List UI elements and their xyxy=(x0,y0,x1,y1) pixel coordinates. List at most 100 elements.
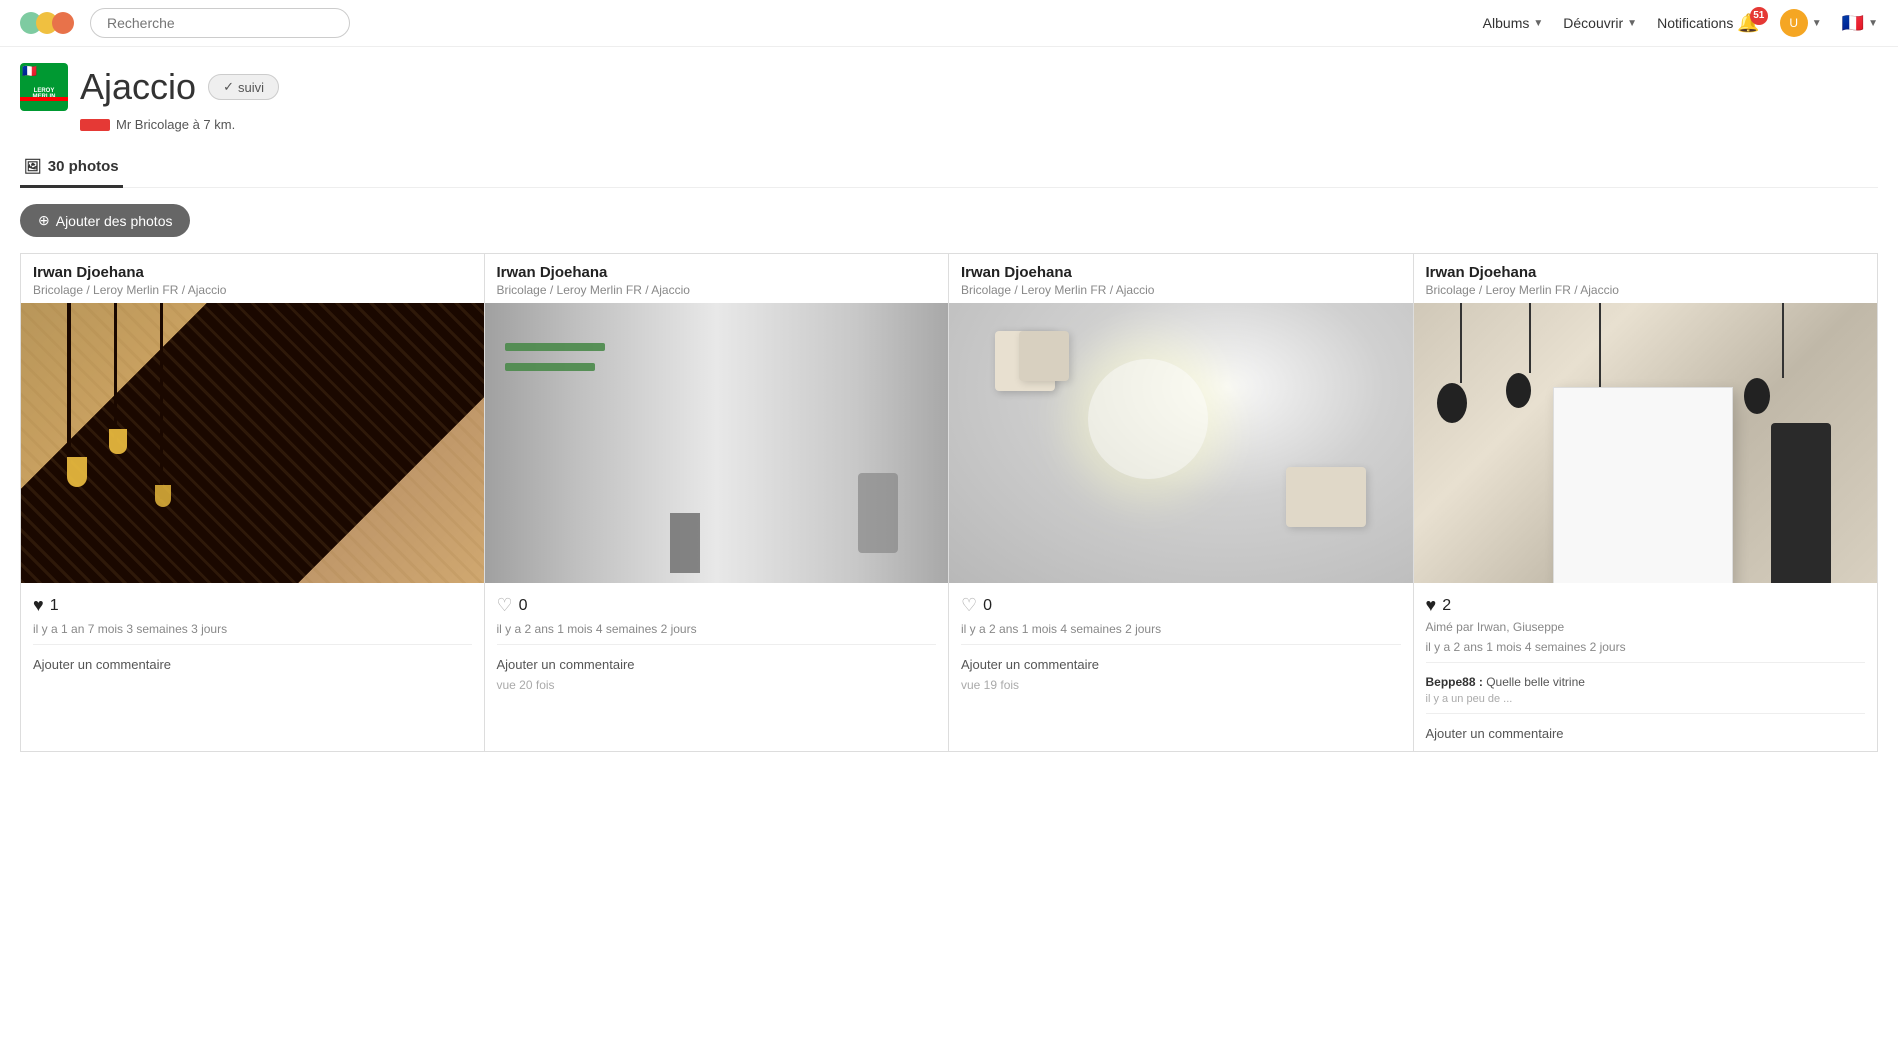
photo-card-4: Irwan Djoehana Bricolage / Leroy Merlin … xyxy=(1414,254,1879,752)
photo-card-4-comment-prompt[interactable]: Ajouter un commentaire xyxy=(1426,726,1866,741)
discover-caret: ▼ xyxy=(1627,18,1637,29)
user-caret: ▼ xyxy=(1812,18,1822,29)
albums-caret: ▼ xyxy=(1533,18,1543,29)
photo-card-1-timestamp: il y a 1 an 7 mois 3 semaines 3 jours xyxy=(33,622,472,636)
photo-card-4-author: Irwan Djoehana xyxy=(1426,264,1866,281)
tabs: 🖼 30 photos xyxy=(20,148,1878,188)
photo-card-3: Irwan Djoehana Bricolage / Leroy Merlin … xyxy=(949,254,1414,752)
divider-2 xyxy=(497,644,937,645)
follow-button[interactable]: ✓ suivi xyxy=(208,74,279,100)
search-input[interactable] xyxy=(90,8,350,38)
photo-card-3-image[interactable] xyxy=(949,303,1413,583)
search-bar[interactable] xyxy=(90,8,350,38)
photo-card-2-path: Bricolage / Leroy Merlin FR / Ajaccio xyxy=(497,283,937,297)
action-bar: ⊕ Ajouter des photos xyxy=(20,188,1878,253)
photo-card-4-comment-date: il y a un peu de ... xyxy=(1426,693,1866,705)
nearby-store: Mr Bricolage à 7 km. xyxy=(80,117,1878,132)
language-flag: 🇫🇷 xyxy=(1842,13,1864,34)
photos-tab-icon: 🖼 xyxy=(24,158,42,175)
likes-count-4: 2 xyxy=(1442,597,1451,615)
photo-card-4-path: Bricolage / Leroy Merlin FR / Ajaccio xyxy=(1426,283,1866,297)
photo-card-2-views: vue 20 fois xyxy=(497,678,937,692)
language-selector[interactable]: 🇫🇷 ▼ xyxy=(1842,13,1878,34)
photo-card-4-footer: ♥ 2 Aimé par Irwan, Giuseppe il y a 2 an… xyxy=(1414,583,1878,751)
photo-card-1-comment[interactable]: Ajouter un commentaire xyxy=(33,657,472,672)
photo-card-3-likes: ♡ 0 xyxy=(961,595,1401,616)
nav-discover[interactable]: Découvrir ▼ xyxy=(1563,15,1637,31)
photo-card-2-comment[interactable]: Ajouter un commentaire xyxy=(497,657,937,672)
brand-flag: 🇫🇷 xyxy=(22,65,37,78)
tab-photos[interactable]: 🖼 30 photos xyxy=(20,148,123,188)
page-header-top: 🇫🇷 LEROYMERLIN Ajaccio ✓ suivi xyxy=(20,63,1878,111)
photo-card-1-path: Bricolage / Leroy Merlin FR / Ajaccio xyxy=(33,283,472,297)
divider-1 xyxy=(33,644,472,645)
albums-label: Albums xyxy=(1483,15,1530,31)
heart-icon-1[interactable]: ♥ xyxy=(33,595,44,616)
photo-card-3-views: vue 19 fois xyxy=(961,678,1401,692)
photo-card-4-timestamp: il y a 2 ans 1 mois 4 semaines 2 jours xyxy=(1426,640,1866,654)
notifications-label: Notifications xyxy=(1657,15,1733,31)
page-content: 🇫🇷 LEROYMERLIN Ajaccio ✓ suivi Mr Bricol… xyxy=(0,47,1898,752)
likes-count-2: 0 xyxy=(519,597,528,615)
tab-photos-label: 30 photos xyxy=(48,158,119,175)
photo-card-1-header: Irwan Djoehana Bricolage / Leroy Merlin … xyxy=(21,254,484,303)
photo-card-2-footer: ♡ 0 il y a 2 ans 1 mois 4 semaines 2 jou… xyxy=(485,583,949,751)
heart-icon-4[interactable]: ♥ xyxy=(1426,595,1437,616)
photo-card-4-comment-text: Beppe88 : Quelle belle vitrine xyxy=(1426,675,1866,689)
photo-card-3-header: Irwan Djoehana Bricolage / Leroy Merlin … xyxy=(949,254,1413,303)
photo-card-1: Irwan Djoehana Bricolage / Leroy Merlin … xyxy=(20,254,485,752)
nav-albums[interactable]: Albums ▼ xyxy=(1483,15,1544,31)
divider-4 xyxy=(1426,662,1866,663)
photo-card-2-author: Irwan Djoehana xyxy=(497,264,937,281)
photo-card-4-liked-by: Aimé par Irwan, Giuseppe xyxy=(1426,620,1866,634)
likes-count-1: 1 xyxy=(50,597,59,615)
photo-card-4-image[interactable] xyxy=(1414,303,1878,583)
page-header: 🇫🇷 LEROYMERLIN Ajaccio ✓ suivi Mr Bricol… xyxy=(20,47,1878,188)
user-avatar: U xyxy=(1780,9,1808,37)
add-photos-label: Ajouter des photos xyxy=(56,213,173,229)
nearby-store-text: Mr Bricolage à 7 km. xyxy=(116,117,235,132)
divider-4b xyxy=(1426,713,1866,714)
brand-stripe xyxy=(20,97,68,101)
photo-grid: Irwan Djoehana Bricolage / Leroy Merlin … xyxy=(20,253,1878,752)
photo-card-3-timestamp: il y a 2 ans 1 mois 4 semaines 2 jours xyxy=(961,622,1401,636)
photo-card-2-header: Irwan Djoehana Bricolage / Leroy Merlin … xyxy=(485,254,949,303)
header-nav: Albums ▼ Découvrir ▼ Notifications 🔔 51 … xyxy=(1483,9,1878,37)
photo-card-3-comment[interactable]: Ajouter un commentaire xyxy=(961,657,1401,672)
photo-card-2: Irwan Djoehana Bricolage / Leroy Merlin … xyxy=(485,254,950,752)
user-menu[interactable]: U ▼ xyxy=(1780,9,1822,37)
photo-card-4-header: Irwan Djoehana Bricolage / Leroy Merlin … xyxy=(1414,254,1878,303)
nav-notifications[interactable]: Notifications 🔔 51 xyxy=(1657,13,1760,34)
notification-count: 51 xyxy=(1750,7,1768,25)
nearby-store-logo xyxy=(80,119,110,131)
divider-3 xyxy=(961,644,1401,645)
photo-card-1-author: Irwan Djoehana xyxy=(33,264,472,281)
comment-author-4: Beppe88 : xyxy=(1426,675,1483,689)
language-caret: ▼ xyxy=(1868,18,1878,29)
photo-card-1-image[interactable] xyxy=(21,303,484,583)
follow-check-icon: ✓ xyxy=(223,79,234,95)
photo-card-1-footer: ♥ 1 il y a 1 an 7 mois 3 semaines 3 jour… xyxy=(21,583,484,751)
heart-icon-3[interactable]: ♡ xyxy=(961,595,977,616)
circle-orange xyxy=(52,12,74,34)
follow-label: suivi xyxy=(238,80,264,95)
brand-logo: 🇫🇷 LEROYMERLIN xyxy=(20,63,68,111)
photo-card-3-footer: ♡ 0 il y a 2 ans 1 mois 4 semaines 2 jou… xyxy=(949,583,1413,751)
add-photos-button[interactable]: ⊕ Ajouter des photos xyxy=(20,204,190,237)
photo-card-4-likes: ♥ 2 xyxy=(1426,595,1866,616)
comment-body-4: Quelle belle vitrine xyxy=(1486,675,1585,689)
header: Albums ▼ Découvrir ▼ Notifications 🔔 51 … xyxy=(0,0,1898,47)
discover-label: Découvrir xyxy=(1563,15,1623,31)
heart-icon-2[interactable]: ♡ xyxy=(497,595,513,616)
add-icon: ⊕ xyxy=(38,212,50,229)
photo-card-3-author: Irwan Djoehana xyxy=(961,264,1401,281)
photo-card-2-image[interactable] xyxy=(485,303,949,583)
logo-circles xyxy=(20,12,74,34)
likes-count-3: 0 xyxy=(983,597,992,615)
photo-card-2-timestamp: il y a 2 ans 1 mois 4 semaines 2 jours xyxy=(497,622,937,636)
city-title: Ajaccio xyxy=(80,66,196,108)
logo-area xyxy=(20,12,74,34)
photo-card-2-likes: ♡ 0 xyxy=(497,595,937,616)
photo-card-3-path: Bricolage / Leroy Merlin FR / Ajaccio xyxy=(961,283,1401,297)
photo-card-1-likes: ♥ 1 xyxy=(33,595,472,616)
